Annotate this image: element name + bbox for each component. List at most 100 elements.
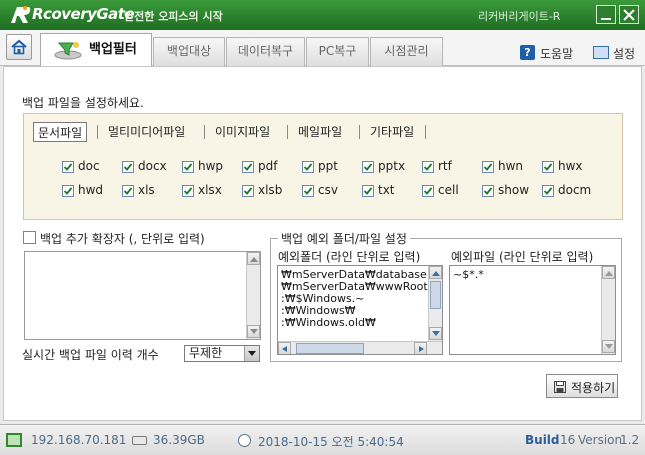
scrollbar-vertical[interactable] — [428, 266, 442, 341]
checkmark-icon — [243, 163, 253, 171]
extension-checkbox[interactable] — [62, 185, 74, 197]
extension-checkbox[interactable] — [122, 161, 134, 173]
category-image[interactable]: 이미지파일 — [211, 122, 274, 142]
logo-icon — [11, 6, 31, 23]
title-bar: RcoveryGate 안전한 오피스의 시작 리커버리게이트-R — [0, 0, 645, 30]
extension-label: xlsb — [258, 183, 283, 197]
additional-extension-label: 백업 추가 확장자 (, 단위로 입력) — [40, 232, 205, 246]
extension-label: xls — [138, 183, 155, 197]
scrollbar-horizontal[interactable] — [278, 341, 442, 354]
extension-checkbox[interactable] — [242, 185, 254, 197]
scrollbar-vertical[interactable] — [601, 266, 615, 354]
settings-link[interactable]: 설정 — [613, 45, 635, 62]
tab-backup-filter[interactable]: 백업필터 — [40, 33, 152, 67]
exclude-file-line: ~$*.* — [453, 268, 484, 281]
arrow-up-icon — [605, 271, 613, 276]
tab-data-recovery[interactable]: 데이터복구 — [226, 37, 305, 66]
divider — [287, 125, 288, 139]
extension-checkbox[interactable] — [362, 185, 374, 197]
category-document[interactable]: 문서파일 — [33, 122, 88, 142]
arrow-down-icon — [432, 331, 440, 336]
exclude-folder-list[interactable]: ₩mServerData₩database ₩mServerData₩wwwRoo… — [277, 265, 443, 355]
scroll-thumb[interactable] — [296, 343, 364, 354]
tab-pc-recovery[interactable]: PC복구 — [306, 37, 369, 66]
scroll-right-button[interactable] — [414, 342, 427, 354]
extension-checkbox[interactable] — [362, 161, 374, 173]
divider — [204, 125, 205, 139]
extension-label: xlsx — [198, 183, 222, 197]
disk-icon — [132, 436, 147, 445]
minimize-icon — [601, 18, 611, 20]
scroll-up-button[interactable] — [247, 252, 260, 265]
extension-checkbox[interactable] — [122, 185, 134, 197]
checkmark-icon — [423, 163, 433, 171]
extension-label: docm — [558, 183, 592, 197]
scroll-down-button[interactable] — [429, 327, 442, 340]
checkmark-icon — [363, 187, 373, 195]
settings-icon[interactable] — [593, 46, 609, 59]
checkmark-icon — [363, 163, 373, 171]
extension-checkbox[interactable] — [242, 161, 254, 173]
scroll-left-button[interactable] — [278, 342, 291, 354]
extension-checkbox[interactable] — [422, 161, 434, 173]
tab-label: 데이터복구 — [237, 44, 294, 58]
extension-checkbox[interactable] — [542, 185, 554, 197]
close-icon — [623, 9, 635, 21]
checkmark-icon — [543, 187, 553, 195]
extension-label: hwd — [78, 183, 104, 197]
checkmark-icon — [483, 163, 493, 171]
additional-extension-input[interactable] — [24, 251, 261, 340]
build-number: 16 — [560, 433, 576, 447]
disk-size: 36.39GB — [153, 433, 205, 447]
home-button[interactable] — [6, 34, 32, 60]
arrow-right-icon — [419, 346, 424, 352]
scrollbar-vertical[interactable] — [246, 252, 260, 339]
tab-restore-point[interactable]: 시점관리 — [370, 37, 443, 66]
extension-checkbox[interactable] — [482, 161, 494, 173]
dropdown-button[interactable] — [244, 346, 259, 361]
extension-label: txt — [378, 183, 395, 197]
logo-text: RcoveryGate — [32, 5, 135, 23]
tab-backup-target[interactable]: 백업대상 — [153, 37, 225, 66]
scroll-up-button[interactable] — [602, 266, 615, 279]
divider — [97, 125, 98, 139]
help-link[interactable]: 도움말 — [540, 45, 573, 62]
checkmark-icon — [243, 187, 253, 195]
extension-checkbox[interactable] — [62, 161, 74, 173]
extension-checkbox[interactable] — [542, 161, 554, 173]
exclude-file-list[interactable]: ~$*.* — [449, 265, 616, 355]
extension-checkbox[interactable] — [302, 161, 314, 173]
apply-button-label: 적용하기 — [571, 381, 616, 395]
category-multimedia[interactable]: 멀티미디어파일 — [104, 122, 189, 142]
category-other[interactable]: 기타파일 — [366, 122, 418, 142]
tab-label: 백업필터 — [89, 42, 137, 57]
checkmark-icon — [183, 163, 193, 171]
apply-button[interactable]: 적용하기 — [546, 374, 618, 398]
extension-label: hwx — [558, 159, 583, 173]
checkmark-icon — [123, 187, 133, 195]
extension-checkbox[interactable] — [482, 185, 494, 197]
scroll-thumb[interactable] — [430, 281, 441, 309]
close-button[interactable] — [619, 5, 639, 24]
extension-checkbox[interactable] — [182, 185, 194, 197]
extension-checkbox[interactable] — [302, 185, 314, 197]
version-number: 1.2 — [620, 433, 640, 447]
category-mail[interactable]: 메일파일 — [294, 122, 346, 142]
history-count-select[interactable]: 무제한 — [184, 345, 260, 362]
checkmark-icon — [423, 187, 433, 195]
scroll-down-button[interactable] — [247, 325, 260, 338]
build-label: Build — [525, 433, 560, 447]
exclude-folder-line: :₩Windows.old₩ — [281, 316, 376, 329]
logo-subtitle: 안전한 오피스의 시작 — [124, 10, 223, 23]
extension-label: rtf — [438, 159, 452, 173]
extension-label: ppt — [318, 159, 338, 173]
help-icon[interactable]: ? — [520, 45, 535, 60]
scroll-down-button[interactable] — [602, 340, 615, 353]
minimize-button[interactable] — [596, 5, 616, 24]
checkmark-icon — [63, 163, 73, 171]
divider — [425, 125, 426, 139]
extension-checkbox[interactable] — [422, 185, 434, 197]
scroll-up-button[interactable] — [429, 266, 442, 279]
extension-checkbox[interactable] — [182, 161, 194, 173]
additional-extension-checkbox[interactable] — [23, 231, 36, 244]
